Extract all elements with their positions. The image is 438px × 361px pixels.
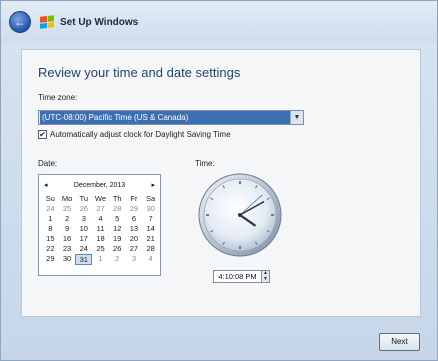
- time-spin-buttons: ▲ ▼: [262, 270, 270, 283]
- timezone-select[interactable]: (UTC-08:00) Pacific Time (US & Canada) ▼: [38, 110, 304, 125]
- back-arrow-icon[interactable]: ←: [9, 11, 31, 33]
- calendar-day[interactable]: 24: [75, 244, 92, 253]
- calendar-day[interactable]: 4: [92, 214, 109, 223]
- calendar-day[interactable]: 14: [142, 224, 159, 233]
- next-month-icon[interactable]: ▸: [151, 181, 155, 189]
- calendar-day[interactable]: 29: [126, 204, 143, 213]
- weekday-header: We: [94, 194, 107, 203]
- calendar-day[interactable]: 10: [75, 224, 92, 233]
- analog-clock: [198, 173, 282, 257]
- calendar-day[interactable]: 31: [75, 254, 93, 265]
- weekday-header: Mo: [61, 194, 73, 203]
- calendar-day[interactable]: 27: [126, 244, 143, 253]
- calendar-header: ◂ December, 2013 ▸: [39, 180, 160, 190]
- calendar-day[interactable]: 28: [142, 244, 159, 253]
- calendar-day[interactable]: 24: [42, 204, 59, 213]
- calendar-day[interactable]: 5: [109, 214, 126, 223]
- date-label: Date:: [38, 159, 58, 168]
- calendar-day[interactable]: 8: [42, 224, 59, 233]
- calendar-day[interactable]: 23: [59, 244, 76, 253]
- clock-center: [238, 213, 242, 217]
- calendar-day[interactable]: 13: [126, 224, 143, 233]
- calendar-day[interactable]: 30: [142, 204, 159, 213]
- calendar-day[interactable]: 21: [142, 234, 159, 243]
- calendar-day[interactable]: 12: [109, 224, 126, 233]
- weekday-header: Su: [45, 194, 55, 203]
- calendar: ◂ December, 2013 ▸ Su Mo Tu We Th Fr Sa 24 25 26 2…: [38, 174, 161, 276]
- prev-month-icon[interactable]: ◂: [44, 181, 48, 189]
- calendar-day[interactable]: 17: [75, 234, 92, 243]
- calendar-day[interactable]: 30: [59, 254, 76, 265]
- calendar-day[interactable]: 3: [126, 254, 143, 265]
- calendar-day[interactable]: 29: [42, 254, 59, 265]
- calendar-day[interactable]: 7: [142, 214, 159, 223]
- calendar-grid: Su Mo Tu We Th Fr Sa 24 25 26 27 28 29 30 1 2 3 4 5 6 7 8 9 10 1…: [42, 194, 159, 265]
- window-title: Set Up Windows: [60, 16, 139, 28]
- dropdown-arrow-icon[interactable]: ▼: [290, 111, 303, 124]
- calendar-day[interactable]: 26: [109, 244, 126, 253]
- calendar-day[interactable]: 26: [75, 204, 92, 213]
- calendar-day[interactable]: 2: [109, 254, 126, 265]
- timezone-label: Time zone:: [38, 93, 78, 102]
- calendar-day[interactable]: 9: [59, 224, 76, 233]
- weekday-header: Tu: [79, 194, 89, 203]
- calendar-day[interactable]: 19: [109, 234, 126, 243]
- calendar-day[interactable]: 25: [59, 204, 76, 213]
- weekday-header: Th: [112, 194, 122, 203]
- calendar-day[interactable]: 4: [142, 254, 159, 265]
- next-button[interactable]: Next: [379, 333, 420, 351]
- calendar-day[interactable]: 16: [59, 234, 76, 243]
- calendar-day[interactable]: 6: [126, 214, 143, 223]
- title-bar: ← Set Up Windows: [1, 1, 437, 43]
- calendar-day[interactable]: 1: [42, 214, 59, 223]
- timezone-value: (UTC-08:00) Pacific Time (US & Canada): [40, 111, 290, 124]
- page-heading: Review your time and date settings: [38, 65, 241, 80]
- time-label: Time:: [195, 159, 215, 168]
- calendar-day[interactable]: 2: [59, 214, 76, 223]
- checkmark-icon: ✔: [39, 129, 46, 139]
- weekday-header: Fr: [130, 194, 138, 203]
- calendar-day[interactable]: 27: [92, 204, 109, 213]
- spin-down-icon[interactable]: ▼: [262, 276, 269, 283]
- dst-label: Automatically adjust clock for Daylight …: [50, 130, 231, 139]
- calendar-day[interactable]: 18: [92, 234, 109, 243]
- calendar-day[interactable]: 15: [42, 234, 59, 243]
- calendar-day[interactable]: 11: [92, 224, 109, 233]
- calendar-day[interactable]: 28: [109, 204, 126, 213]
- calendar-day[interactable]: 22: [42, 244, 59, 253]
- calendar-month[interactable]: December, 2013: [74, 182, 125, 189]
- setup-window: ← Set Up Windows Review your time and da…: [0, 0, 438, 361]
- time-field[interactable]: 4:10:08 PM: [213, 270, 262, 283]
- windows-logo-icon: [40, 15, 54, 29]
- content-panel: Review your time and date settings Time …: [21, 49, 421, 317]
- calendar-day[interactable]: 3: [75, 214, 92, 223]
- dst-checkbox[interactable]: ✔: [38, 130, 47, 139]
- weekday-header: Sa: [146, 194, 156, 203]
- time-spinner: 4:10:08 PM ▲ ▼: [213, 270, 270, 283]
- dst-option[interactable]: ✔ Automatically adjust clock for Dayligh…: [38, 130, 231, 139]
- calendar-day[interactable]: 25: [92, 244, 109, 253]
- calendar-day[interactable]: 1: [92, 254, 109, 265]
- calendar-day[interactable]: 20: [126, 234, 143, 243]
